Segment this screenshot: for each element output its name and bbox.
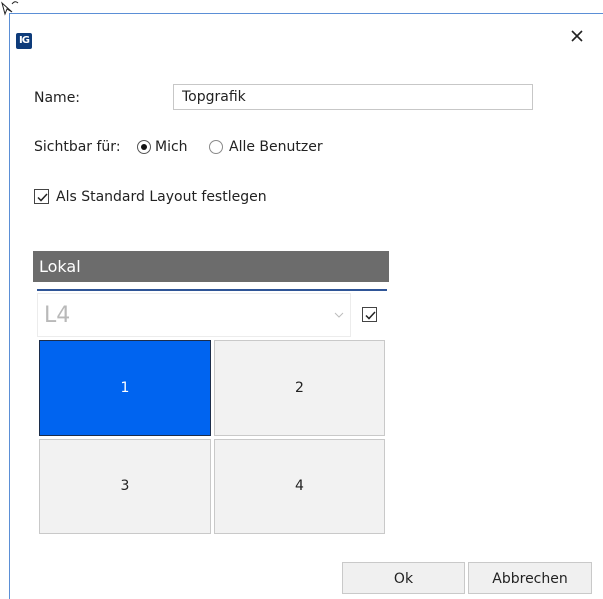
section-header-lokal: Lokal [33,251,389,282]
name-label: Name: [34,90,81,106]
grid-cell-3[interactable]: 3 [39,439,211,534]
app-logo-text: IG [19,35,30,46]
default-layout-checkbox[interactable] [34,189,49,204]
grid-cell-1[interactable]: 1 [39,340,211,436]
ok-button[interactable]: Ok [342,562,465,594]
grid-cell-4[interactable]: 4 [214,439,385,534]
layout-dialog: IG Name: Sichtbar für: Mich Alle Benutze… [0,0,603,599]
close-icon [571,30,583,42]
visibility-option-me-label: Mich [155,139,188,155]
window-frame-top [10,13,603,14]
visibility-label: Sichtbar für: [34,139,121,155]
visibility-radio-all-users[interactable] [209,140,223,154]
close-button[interactable] [565,24,589,48]
layout-select-checkbox[interactable] [362,307,377,322]
checkmark-icon [365,311,376,320]
layout-select-value: L4 [44,303,71,328]
section-divider [37,289,387,291]
window-frame-left [9,13,10,599]
layout-select[interactable]: L4 [37,293,351,337]
checkmark-icon [37,193,48,202]
name-input[interactable] [173,84,533,110]
cancel-button[interactable]: Abbrechen [468,562,592,594]
app-logo-icon: IG [16,33,32,49]
visibility-radio-me[interactable] [137,140,151,154]
chevron-down-icon [334,312,344,318]
mouse-cursor-icon [1,1,19,16]
grid-cell-2[interactable]: 2 [214,340,385,436]
visibility-option-all-users-label: Alle Benutzer [229,139,323,155]
default-layout-label: Als Standard Layout festlegen [56,189,267,205]
